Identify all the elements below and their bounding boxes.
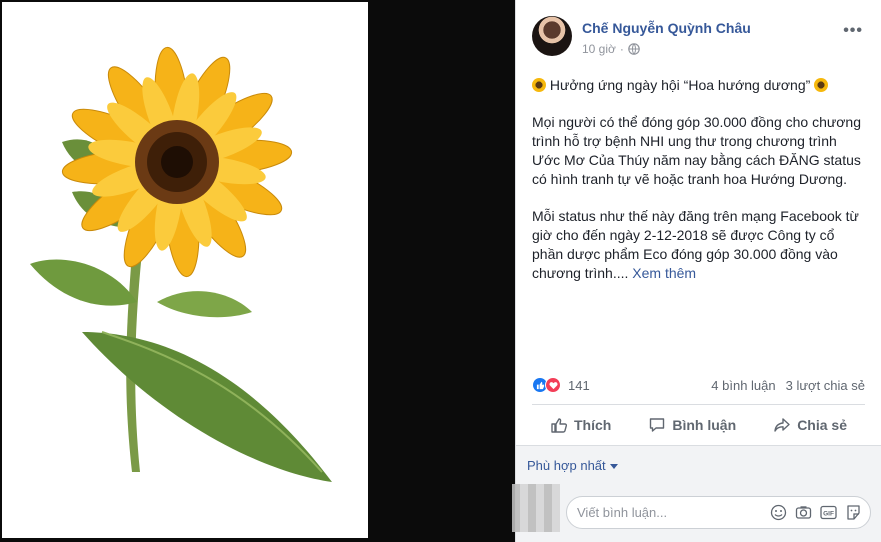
post-paragraph-2: Mọi người có thể đóng góp 30.000 đồng ch… xyxy=(532,114,861,187)
photo-viewer xyxy=(0,0,515,542)
sticker-icon[interactable] xyxy=(845,504,862,521)
comment-count[interactable]: 4 bình luận xyxy=(711,378,775,393)
post-header: Chế Nguyễn Quỳnh Châu 10 giờ · ••• xyxy=(532,16,871,60)
comment-button[interactable]: Bình luận xyxy=(648,416,736,434)
gif-label: GIF xyxy=(823,511,834,518)
comment-icon xyxy=(650,418,665,432)
post-stats: 4 bình luận 3 lượt chia sẻ xyxy=(711,378,865,393)
post-paragraph-1: Hưởng ứng ngày hội “Hoa hướng dương” xyxy=(532,76,862,95)
comment-sort-dropdown[interactable]: Phù hợp nhất xyxy=(527,458,618,473)
emoji-icon[interactable] xyxy=(770,504,787,521)
post-time[interactable]: 10 giờ xyxy=(582,42,616,56)
author-name[interactable]: Chế Nguyễn Quỳnh Châu xyxy=(582,20,751,36)
comments-area: Phù hợp nhất Viết bình luận... GIF xyxy=(512,445,881,542)
comment-tools: GIF xyxy=(770,504,862,521)
more-options-icon[interactable]: ••• xyxy=(843,22,863,40)
divider xyxy=(532,404,865,405)
author-avatar[interactable] xyxy=(532,16,572,56)
comment-placeholder: Viết bình luận... xyxy=(577,505,668,520)
comment-input[interactable]: Viết bình luận... GIF xyxy=(566,496,871,529)
see-more-link[interactable]: Xem thêm xyxy=(632,265,696,281)
share-count[interactable]: 3 lượt chia sẻ xyxy=(786,378,865,393)
share-button[interactable]: Chia sẻ xyxy=(773,416,847,434)
gif-icon[interactable]: GIF xyxy=(820,504,837,521)
like-icon xyxy=(551,418,568,433)
sunflower-illustration xyxy=(30,46,332,482)
reaction-icons[interactable] xyxy=(532,377,561,393)
share-icon xyxy=(774,418,790,432)
commenter-avatar xyxy=(512,484,560,532)
post-paragraph-3: Mỗi status như thế này đăng trên mạng Fa… xyxy=(532,208,859,281)
post-actions: Thích Bình luận Chia sẻ xyxy=(532,408,865,442)
caret-down-icon xyxy=(609,464,618,469)
post-meta: 10 giờ · xyxy=(582,42,640,56)
reaction-count[interactable]: 141 xyxy=(568,378,590,393)
reactions-bar: 141 4 bình luận 3 lượt chia sẻ xyxy=(532,377,865,395)
post-panel: Chế Nguyễn Quỳnh Châu 10 giờ · ••• Hưởng… xyxy=(512,0,881,542)
post-body: Hưởng ứng ngày hội “Hoa hướng dương” Mọi… xyxy=(532,76,862,301)
like-button[interactable]: Thích xyxy=(550,416,611,434)
sunflower-emoji-icon xyxy=(814,78,829,92)
sunflower-emoji-icon xyxy=(532,78,546,92)
sunflower-photo[interactable] xyxy=(2,2,368,538)
love-reaction-icon xyxy=(545,377,561,393)
globe-icon[interactable] xyxy=(628,43,640,55)
camera-icon[interactable] xyxy=(795,504,812,521)
